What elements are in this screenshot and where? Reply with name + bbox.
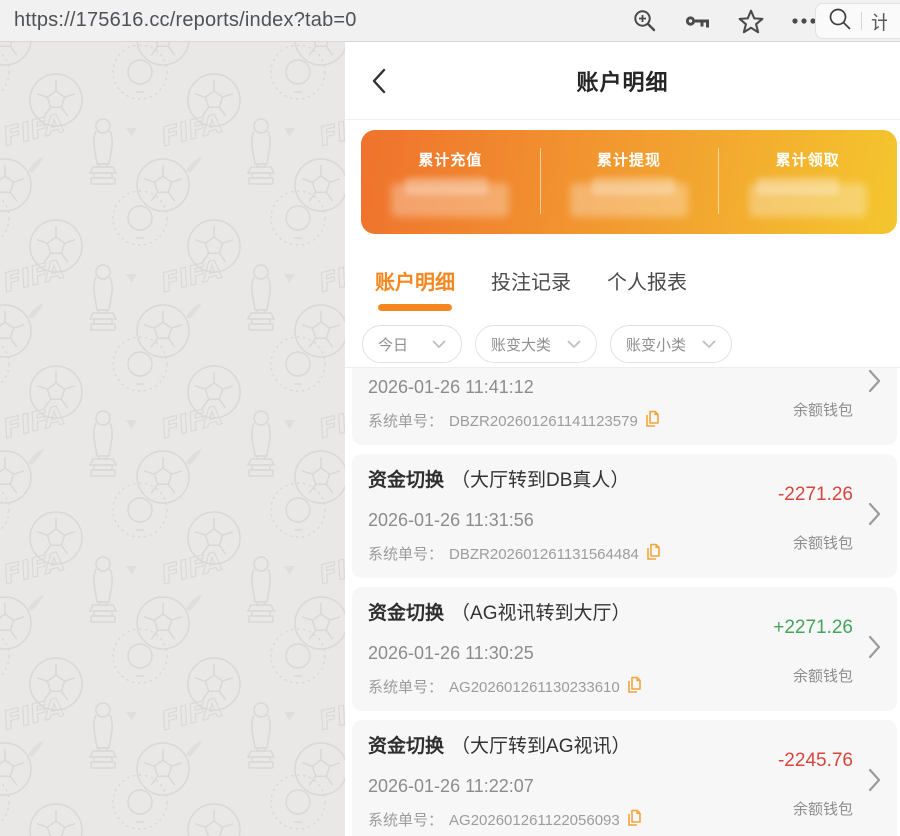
transaction-title: 资金切换（大厅转到DB真人） <box>368 468 747 494</box>
order-number: AG202601261130233610 <box>449 679 620 697</box>
transaction-row[interactable]: 资金切换（大厅转到AG视讯） 2026-01-26 11:22:07 系统单号：… <box>352 720 897 836</box>
summary-card: 累计充值 累计提现 累计领取 <box>361 130 897 234</box>
copy-icon[interactable] <box>626 809 642 832</box>
summary-total-claimed: 累计领取 <box>718 130 897 234</box>
order-label: 系统单号： <box>368 413 443 431</box>
order-number: DBZR202601261141123579 <box>449 413 638 431</box>
find-partial-text: 计 <box>871 8 887 35</box>
summary-total-deposit: 累计充值 <box>361 130 540 234</box>
chevron-down-icon <box>702 340 716 349</box>
find-search-box[interactable]: 计 <box>815 3 900 39</box>
page-header: 账户明细 <box>345 42 900 120</box>
chevron-left-icon <box>371 68 387 94</box>
copy-icon[interactable] <box>645 543 661 566</box>
chevron-right-icon <box>868 369 881 398</box>
masked-value <box>749 183 867 217</box>
transaction-datetime: 2026-01-26 11:30:25 <box>368 641 747 665</box>
tab-account-detail[interactable]: 账户明细 <box>375 266 455 311</box>
filter-label: 账变小类 <box>626 334 686 355</box>
masked-value <box>391 183 509 217</box>
transaction-row[interactable]: 2026-01-26 11:41:12 系统单号： DBZR2026012611… <box>352 367 897 445</box>
transaction-datetime: 2026-01-26 11:31:56 <box>368 508 747 532</box>
active-tab-underline <box>378 304 452 311</box>
password-key-icon[interactable] <box>685 13 711 29</box>
transaction-amount: +2500.16 <box>773 367 853 373</box>
tab-label: 个人报表 <box>607 272 687 294</box>
search-icon <box>828 7 852 36</box>
transaction-row[interactable]: 资金切换（AG视讯转到大厅） 2026-01-26 11:30:25 系统单号：… <box>352 587 897 711</box>
tab-bet-records[interactable]: 投注记录 <box>491 266 571 311</box>
order-number: AG202601261122056093 <box>449 812 620 830</box>
divider <box>861 12 862 30</box>
filter-bar: 今日 账变大类 账变小类 <box>345 325 900 363</box>
transaction-order-line: 系统单号： AG202601261130233610 <box>368 676 747 699</box>
fifa-watermark-background: FIFA <box>0 42 345 836</box>
filter-label: 今日 <box>378 334 408 355</box>
tab-label: 账户明细 <box>375 272 455 294</box>
browser-bar: https://175616.cc/reports/index?tab=0 <box>0 0 900 42</box>
wallet-label: 余额钱包 <box>793 798 853 819</box>
order-label: 系统单号： <box>368 812 443 830</box>
summary-total-withdraw: 累计提现 <box>540 130 719 234</box>
page-title: 账户明细 <box>576 65 668 97</box>
filter-label: 账变大类 <box>491 334 551 355</box>
bookmark-star-icon[interactable] <box>738 9 764 34</box>
address-bar[interactable]: https://175616.cc/reports/index?tab=0 <box>14 9 357 32</box>
order-label: 系统单号： <box>368 679 443 697</box>
chevron-right-icon <box>868 502 881 531</box>
transaction-amount: -2271.26 <box>778 484 853 506</box>
filter-major-category-dropdown[interactable]: 账变大类 <box>475 325 597 363</box>
transaction-datetime: 2026-01-26 11:41:12 <box>368 375 747 399</box>
masked-value <box>570 183 688 217</box>
more-options-icon[interactable] <box>791 17 817 25</box>
zoom-in-icon[interactable] <box>632 8 658 34</box>
tab-bar: 账户明细 投注记录 个人报表 <box>345 234 900 311</box>
summary-label: 累计充值 <box>418 149 482 170</box>
tab-label: 投注记录 <box>491 272 571 294</box>
transaction-title: 资金切换（大厅转到AG视讯） <box>368 734 747 760</box>
order-label: 系统单号： <box>368 546 443 564</box>
summary-label: 累计提现 <box>597 149 661 170</box>
chevron-right-icon <box>868 635 881 664</box>
copy-icon[interactable] <box>644 410 660 433</box>
account-detail-page: 账户明细 累计充值 累计提现 累计领取 账户明细 投注记录 <box>345 42 900 836</box>
wallet-label: 余额钱包 <box>793 532 853 553</box>
transaction-list: 2026-01-26 11:41:12 系统单号： DBZR2026012611… <box>345 367 900 836</box>
summary-label: 累计领取 <box>776 149 840 170</box>
transaction-row[interactable]: 资金切换（大厅转到DB真人） 2026-01-26 11:31:56 系统单号：… <box>352 454 897 578</box>
wallet-label: 余额钱包 <box>793 399 853 420</box>
transaction-title: 资金切换（AG视讯转到大厅） <box>368 601 747 627</box>
tab-personal-report[interactable]: 个人报表 <box>607 266 687 311</box>
chevron-down-icon <box>432 340 446 349</box>
chevron-right-icon <box>868 768 881 797</box>
order-number: DBZR202601261131564484 <box>449 546 639 564</box>
filter-minor-category-dropdown[interactable]: 账变小类 <box>610 325 732 363</box>
transaction-order-line: 系统单号： DBZR202601261131564484 <box>368 543 747 566</box>
transaction-order-line: 系统单号： DBZR202601261141123579 <box>368 410 747 433</box>
back-button[interactable] <box>371 66 401 96</box>
transaction-order-line: 系统单号： AG202601261122056093 <box>368 809 747 832</box>
copy-icon[interactable] <box>626 676 642 699</box>
transaction-amount: +2271.26 <box>773 617 853 639</box>
transaction-datetime: 2026-01-26 11:22:07 <box>368 774 747 798</box>
filter-date-dropdown[interactable]: 今日 <box>362 325 462 363</box>
fifa-pattern-icon: FIFA <box>0 42 345 836</box>
wallet-label: 余额钱包 <box>793 665 853 686</box>
chevron-down-icon <box>567 340 581 349</box>
transaction-amount: -2245.76 <box>778 750 853 772</box>
